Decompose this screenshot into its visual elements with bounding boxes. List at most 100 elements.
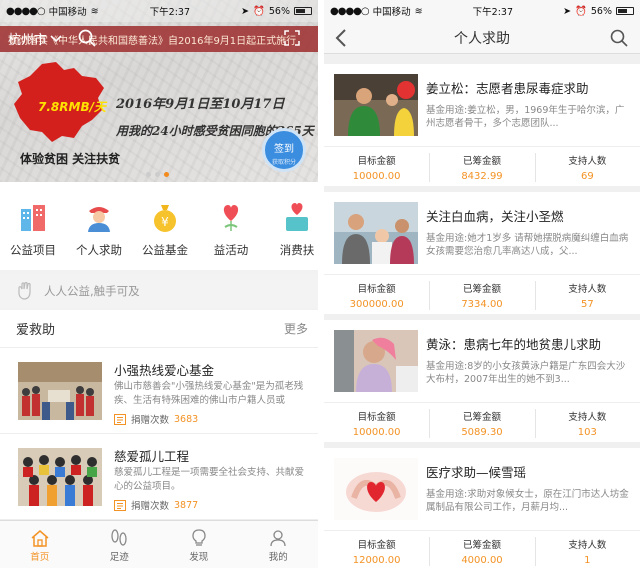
- ledger-icon: [114, 499, 126, 511]
- carousel-dots[interactable]: [146, 172, 169, 177]
- count-label: 捐赠次数: [131, 415, 170, 426]
- status-bar: ●●●●○ 中国移动 ≋ 下午2:37 ➤ ⏰ 56%: [324, 0, 640, 22]
- nav-bar: 个人求助: [324, 22, 640, 54]
- donation-count: 捐赠次数 3877: [114, 498, 198, 512]
- tab-label: 发现: [189, 552, 209, 563]
- battery-percent: 56%: [268, 5, 290, 17]
- signal-icon: ●●●●○: [330, 5, 370, 17]
- tab-label: 首页: [30, 552, 50, 563]
- user-icon: [270, 530, 286, 547]
- carousel-dot: [155, 172, 160, 177]
- buildings-icon: [21, 205, 45, 231]
- carousel-dot: [146, 172, 151, 177]
- category-public-fund[interactable]: ¥ 公益基金: [132, 182, 198, 270]
- more-link[interactable]: 更多: [284, 320, 308, 337]
- back-arrow-icon[interactable]: [334, 28, 348, 48]
- home-icon: [31, 530, 49, 547]
- help-case-card[interactable]: 关注白血病，关注小圣燃 基金用途:她才1岁多 请帮她摆脱病魔纠缠白血病女孩需要您…: [324, 192, 640, 314]
- case-title: 姜立松：志愿者患尿毒症求助: [426, 81, 589, 96]
- home-screen: 贯彻落实《中华人民共和国慈善法》自2016年9月1日起正式施行 7.8RMB/天…: [0, 0, 318, 568]
- carousel-dot-active: [164, 172, 169, 177]
- supporters-count: 57: [580, 299, 594, 310]
- category-public-projects[interactable]: 公益项目: [0, 182, 66, 270]
- count-label: 捐赠次数: [131, 501, 170, 512]
- case-photo: [334, 458, 418, 520]
- target-label: 目标金额: [357, 284, 396, 295]
- sign-in-sub: 获取积分: [271, 159, 296, 166]
- banner-tagline: 体验贫困 关注扶贫: [20, 152, 121, 166]
- case-stats: 目标金额 10000.00 已筹金额 5089.30 支持人数 103: [324, 402, 640, 442]
- case-title: 黄泳：患病七年的地贫患儿求助: [426, 337, 602, 352]
- location-icon: ➤: [563, 5, 572, 17]
- alarm-icon: ⏰: [253, 5, 265, 17]
- fund-item[interactable]: 慈爱孤儿工程 慈爱孤儿工程是一项需要全社会支持、共献爱心的公益项目。 捐赠次数 …: [0, 434, 318, 520]
- slogan-bar: 人人公益,触手可及: [0, 274, 318, 308]
- clock: 下午2:37: [472, 7, 514, 18]
- heart-box-icon: [286, 203, 308, 231]
- fund-title: 慈爱孤儿工程: [114, 449, 190, 464]
- scan-icon[interactable]: [284, 30, 300, 46]
- svg-text:¥: ¥: [161, 215, 169, 229]
- case-title: 医疗求助—候雪瑶: [426, 465, 527, 480]
- battery-icon: [616, 7, 634, 15]
- supporters-count: 103: [577, 427, 597, 438]
- help-case-card[interactable]: 医疗求助—候雪瑶 基金用途:求助对象候女士，原在江门市达人坊金属制品有限公司工作…: [324, 448, 640, 568]
- category-label: 消费扶: [279, 243, 315, 257]
- donation-count: 捐赠次数 3683: [114, 412, 198, 426]
- raised-label: 已筹金额: [462, 412, 501, 423]
- case-photo: [334, 202, 418, 264]
- battery-icon: [294, 7, 312, 15]
- tab-mine[interactable]: 我的: [239, 521, 319, 568]
- fund-photo: [18, 362, 102, 420]
- location-icon: ➤: [241, 5, 250, 17]
- fund-title: 小强热线爱心基金: [114, 363, 215, 378]
- count-value: 3683: [174, 413, 199, 425]
- case-photo: [334, 74, 418, 136]
- help-case-card[interactable]: 姜立松：志愿者患尿毒症求助 基金用途:姜立松，男，1969年生于哈尔滨，广州志愿…: [324, 64, 640, 186]
- raised-amount: 4000.00: [461, 555, 503, 566]
- status-bar: ●●●●○ 中国移动 ≋ 下午2:37 ➤ ⏰ 56%: [0, 0, 318, 22]
- case-desc: 基金用途:8岁的小女孩黄泳户籍是广东四会大沙大布村，2007年出生的她不到3..…: [426, 361, 626, 385]
- promo-banner[interactable]: 贯彻落实《中华人民共和国慈善法》自2016年9月1日起正式施行 7.8RMB/天…: [0, 0, 318, 182]
- search-icon[interactable]: [610, 29, 628, 47]
- money-bag-icon: ¥: [154, 205, 176, 232]
- supporters-count: 69: [580, 171, 594, 182]
- raised-label: 已筹金额: [462, 284, 501, 295]
- tab-footprint[interactable]: 足迹: [80, 521, 160, 568]
- case-title: 关注白血病，关注小圣燃: [426, 209, 564, 224]
- sign-in-label: 签到: [274, 144, 294, 155]
- section-title: 爱救助: [16, 323, 56, 338]
- category-personal-help[interactable]: 个人求助: [66, 182, 132, 270]
- person-icon: [88, 207, 110, 232]
- tab-label: 我的: [268, 552, 288, 563]
- category-label: 公益项目: [10, 243, 56, 257]
- alarm-icon: ⏰: [575, 5, 587, 17]
- section-header: 爱救助 更多: [0, 310, 318, 348]
- price-tag: 7.8RMB/天: [38, 100, 106, 114]
- fund-item[interactable]: 小强热线爱心基金 佛山市慈善会"小强热线爱心基金"是为孤老残疾、生活有特殊困难的…: [0, 348, 318, 434]
- case-desc: 基金用途:姜立松，男，1969年生于哈尔滨，广州志愿者骨干，多个志愿团队...: [426, 105, 625, 129]
- sign-in-button[interactable]: 签到 获取积分: [262, 128, 306, 172]
- personal-help-screen: ●●●●○ 中国移动 ≋ 下午2:37 ➤ ⏰ 56% 个人求助 姜立松：志愿者患尿毒症…: [324, 0, 640, 568]
- target-label: 目标金额: [357, 156, 396, 167]
- raised-amount: 7334.00: [461, 299, 503, 310]
- category-activities[interactable]: 益活动: [198, 182, 264, 270]
- raised-label: 已筹金额: [462, 156, 501, 167]
- category-consume-aid[interactable]: 消费扶: [264, 182, 318, 270]
- help-case-card[interactable]: 黄泳：患病七年的地贫患儿求助 基金用途:8岁的小女孩黄泳户籍是广东四会大沙大布村…: [324, 320, 640, 442]
- signal-icon: ●●●●○: [6, 5, 46, 17]
- case-stats: 目标金额 12000.00 已筹金额 4000.00 支持人数 1: [324, 530, 640, 568]
- bulb-icon: [192, 529, 206, 546]
- city-selector[interactable]: 杭州市: [8, 29, 62, 48]
- tab-discover[interactable]: 发现: [159, 521, 239, 568]
- search-icon[interactable]: [78, 29, 96, 47]
- footprint-icon: [111, 529, 127, 546]
- chevron-down-icon: [50, 34, 62, 42]
- target-amount: 10000.00: [352, 427, 401, 438]
- tab-home[interactable]: 首页: [0, 521, 80, 568]
- fund-desc: 佛山市慈善会"小强热线爱心基金"是为孤老残疾、生活有特殊困难的佛山市户籍人员或: [114, 381, 304, 406]
- supporters-label: 支持人数: [568, 284, 607, 295]
- target-amount: 12000.00: [352, 555, 401, 566]
- carrier-name: 中国移动: [48, 7, 87, 18]
- category-row: 公益项目 个人求助 ¥ 公益基金 益活动 消费扶: [0, 182, 318, 270]
